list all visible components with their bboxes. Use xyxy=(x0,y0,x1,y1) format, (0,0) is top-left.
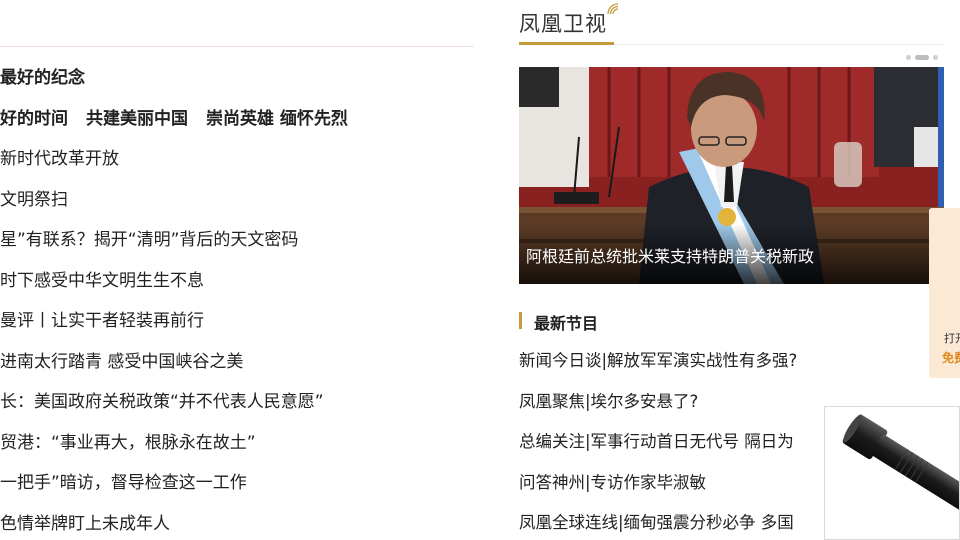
latest-programs-list: 新闻今日谈|解放军军演实战性有多强? 凤凰聚焦|埃尔多安悬了? 总编关注|军事行动首… xyxy=(519,341,839,540)
news-item[interactable]: 长：美国政府关税政策“并不代表人民意愿” xyxy=(0,382,474,423)
news-link[interactable]: 贸港：“事业再大，根脉永在故土” xyxy=(0,433,256,453)
news-item[interactable]: 文明祭扫 xyxy=(0,180,474,221)
news-link[interactable]: 文明祭扫 xyxy=(0,190,68,210)
news-link[interactable]: 时下感受中华文明生生不息 xyxy=(0,271,204,291)
broadcast-signal-icon xyxy=(607,3,619,15)
news-item[interactable]: 星”有联系？揭开“清明”背后的天文密码 xyxy=(0,220,474,261)
flashlight-image xyxy=(842,414,959,516)
program-item[interactable]: 凤凰聚焦|埃尔多安悬了? xyxy=(519,382,839,423)
news-link[interactable]: 曼评丨让实干者轻装再前行 xyxy=(0,311,204,331)
program-item[interactable]: 总编关注|军事行动首日无代号 隔日为 xyxy=(519,422,839,463)
section-title[interactable]: 凤凰卫视 xyxy=(519,8,607,38)
news-item[interactable]: 最好的纪念 xyxy=(0,58,474,99)
hero-caption-overlay: 阿根廷前总统批米莱支持特朗普关税新政 xyxy=(519,224,944,284)
news-item[interactable]: 曼评丨让实干者轻装再前行 xyxy=(0,301,474,342)
news-link[interactable]: 星”有联系？揭开“清明”背后的天文密码 xyxy=(0,230,298,250)
news-link[interactable]: 一把手”暗访，督导检查这一工作 xyxy=(0,473,247,493)
latest-programs-title: 最新节目 xyxy=(534,314,599,333)
news-item[interactable]: 好的时间 共建美丽中国 崇尚英雄 缅怀先烈 xyxy=(0,99,474,140)
carousel-dot-active[interactable] xyxy=(915,55,929,60)
news-item[interactable]: 贸港：“事业再大，根脉永在故土” xyxy=(0,423,474,464)
news-item[interactable]: 进南太行踏青 感受中国峡谷之美 xyxy=(0,342,474,383)
section-title-underline xyxy=(519,42,614,45)
news-link[interactable]: 进南太行踏青 感受中国峡谷之美 xyxy=(0,352,243,372)
side-ad-text-free: 免费 xyxy=(942,351,960,365)
news-item[interactable]: 新时代改革开放 xyxy=(0,139,474,180)
program-item[interactable]: 新闻今日谈|解放军军演实战性有多强? xyxy=(519,341,839,382)
hero-carousel-slide[interactable]: 阿根廷前总统批米莱支持特朗普关税新政 xyxy=(519,67,944,284)
program-item[interactable]: 问答神州|专访作家毕淑敏 xyxy=(519,463,839,504)
news-item[interactable]: 时下感受中华文明生生不息 xyxy=(0,261,474,302)
news-link[interactable]: 共建美丽中国 xyxy=(86,109,188,129)
news-link[interactable]: 崇尚英雄 缅怀先烈 xyxy=(206,109,348,129)
news-item[interactable]: 一把手”暗访，督导检查这一工作 xyxy=(0,463,474,504)
latest-title-marker xyxy=(519,312,522,329)
side-ad-text-open: 打开 xyxy=(944,332,960,345)
news-link[interactable]: 好的时间 xyxy=(0,109,68,129)
carousel-indicator xyxy=(906,55,938,60)
carousel-dot[interactable] xyxy=(906,55,911,60)
left-divider xyxy=(0,46,474,47)
news-link[interactable]: 新时代改革开放 xyxy=(0,149,119,169)
news-item[interactable]: 色情举牌盯上未成年人 xyxy=(0,504,474,540)
news-link[interactable]: 色情举牌盯上未成年人 xyxy=(0,514,170,534)
carousel-next-slide-edge[interactable] xyxy=(938,67,944,207)
hero-caption[interactable]: 阿根廷前总统批米莱支持特朗普关税新政 xyxy=(526,243,814,267)
product-ad-flashlight[interactable] xyxy=(824,406,960,540)
news-list: 最好的纪念好的时间 共建美丽中国 崇尚英雄 缅怀先烈新时代改革开放 文明祭扫星”有联系… xyxy=(0,58,474,540)
news-link[interactable]: 最好的纪念 xyxy=(0,68,85,88)
side-ad[interactable]: 打开 免费 xyxy=(929,208,960,378)
news-link[interactable]: 长：美国政府关税政策“并不代表人民意愿” xyxy=(0,392,324,412)
carousel-dot[interactable] xyxy=(933,55,938,60)
program-item[interactable]: 凤凰全球连线|缅甸强震分秒必争 多国 xyxy=(519,503,839,540)
